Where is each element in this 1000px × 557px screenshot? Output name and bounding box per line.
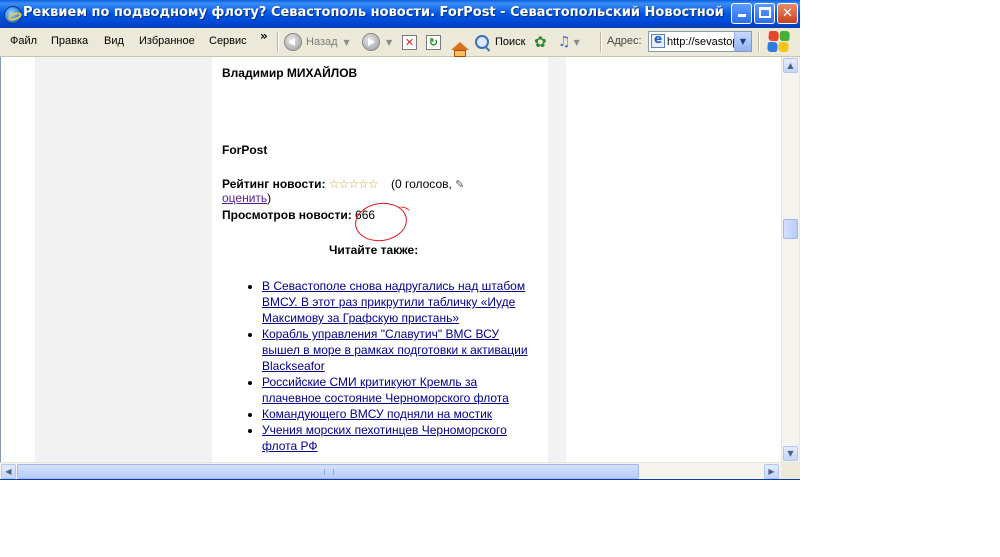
scroll-right-icon[interactable]: ▶: [764, 464, 779, 479]
windows-logo-icon: [766, 31, 791, 53]
toolbar-separator: [600, 32, 602, 52]
related-link[interactable]: Командующего ВМСУ подняли на мостик: [262, 407, 492, 421]
list-item: Учения морских пехотинцев Черноморского …: [262, 422, 532, 454]
page-left-column: [35, 57, 212, 462]
related-link[interactable]: В Севастополе снова надругались над штаб…: [262, 279, 525, 325]
ie-icon: [4, 6, 22, 24]
menu-and-toolbar: Файл Правка Вид Избранное Сервис » Назад…: [0, 28, 800, 57]
rating-votes: (0 голосов,: [390, 177, 452, 191]
toolbar-separator: [758, 32, 760, 52]
media-dropdown-icon[interactable]: ▼: [574, 38, 580, 47]
article-content: Владимир МИХАЙЛОВ ForPost Рейтинг новост…: [212, 57, 548, 462]
rate-link[interactable]: оценить: [222, 191, 267, 205]
media-icon: ♫: [558, 34, 571, 50]
back-button[interactable]: Назад ▼: [284, 32, 350, 52]
forward-dropdown-icon[interactable]: ▼: [386, 38, 392, 47]
address-label: Адрес:: [607, 35, 642, 47]
read-also-heading: Читайте также:: [329, 243, 419, 257]
refresh-button[interactable]: ↻: [426, 32, 441, 52]
minimize-button[interactable]: [731, 3, 752, 24]
grip-icon: [324, 469, 334, 475]
article-author: Владимир МИХАЙЛОВ: [222, 66, 358, 80]
page-viewport: Владимир МИХАЙЛОВ ForPost Рейтинг новост…: [0, 57, 782, 462]
toolbar-separator: [277, 32, 279, 52]
pencil-icon: ✎: [455, 179, 465, 191]
list-item: Командующего ВМСУ подняли на мостик: [262, 406, 532, 422]
back-dropdown-icon[interactable]: ▼: [344, 38, 350, 47]
maximize-icon: [758, 7, 771, 18]
favorites-icon: ✿: [534, 33, 547, 51]
page-divider-column: [548, 57, 566, 462]
related-news-list: В Севастополе снова надругались над штаб…: [262, 278, 532, 454]
search-button[interactable]: Поиск: [475, 32, 525, 52]
close-button[interactable]: ✕: [777, 3, 798, 24]
close-icon: ✕: [782, 6, 793, 21]
menu-view[interactable]: Вид: [104, 35, 124, 47]
list-item: Российские СМИ критикуют Кремль за плаче…: [262, 374, 532, 406]
search-label: Поиск: [495, 36, 526, 48]
window-bottom-border: [0, 479, 800, 480]
menu-edit[interactable]: Правка: [51, 35, 88, 47]
views-row: Просмотров новости: 666: [222, 208, 375, 222]
related-link[interactable]: Корабль управления "Славутич" ВМС ВСУ вы…: [262, 327, 528, 373]
related-link[interactable]: Российские СМИ критикуют Кремль за плаче…: [262, 375, 509, 405]
address-bar[interactable]: ▼: [648, 31, 752, 52]
title-bar[interactable]: Реквием по подводному флоту? Севастополь…: [0, 0, 800, 28]
scroll-up-icon[interactable]: ▲: [783, 58, 798, 73]
home-icon: [451, 42, 469, 57]
forward-button[interactable]: ▼: [362, 32, 392, 52]
article-source: ForPost: [222, 143, 268, 157]
page-right-column: [566, 57, 782, 462]
rating-label: Рейтинг новости:: [222, 177, 326, 191]
vertical-scroll-thumb[interactable]: [783, 219, 798, 239]
stop-button[interactable]: ✕: [402, 32, 417, 52]
favorites-button[interactable]: ✿: [534, 32, 547, 52]
horizontal-scrollbar[interactable]: ◀ ▶: [0, 462, 781, 480]
back-label: Назад: [306, 36, 338, 48]
forward-arrow-icon: [362, 33, 380, 51]
related-link[interactable]: Учения морских пехотинцев Черноморского …: [262, 423, 507, 453]
minimize-icon: [737, 14, 746, 17]
address-input[interactable]: [667, 34, 735, 49]
menu-favorites[interactable]: Избранное: [139, 35, 195, 47]
rating-row: Рейтинг новости: ☆☆☆☆☆ (0 голосов, ✎ оце…: [222, 177, 542, 205]
back-arrow-icon: [284, 33, 302, 51]
views-label: Просмотров новости:: [222, 208, 352, 222]
scrollbar-corner: [781, 462, 800, 480]
menu-file[interactable]: Файл: [10, 35, 37, 47]
rating-stars-icon[interactable]: ☆☆☆☆☆: [329, 177, 379, 191]
address-dropdown-icon[interactable]: ▼: [734, 32, 751, 51]
media-button[interactable]: ♫ ▼: [558, 32, 580, 52]
menu-overflow-chevron[interactable]: »: [260, 29, 268, 43]
page-icon: [651, 32, 665, 48]
scroll-left-icon[interactable]: ◀: [1, 464, 16, 479]
search-icon: [475, 35, 489, 49]
maximize-button[interactable]: [754, 3, 775, 24]
stop-icon: ✕: [402, 34, 417, 50]
horizontal-scroll-thumb[interactable]: [17, 464, 639, 479]
page-left-margin: [1, 57, 35, 462]
rate-close-paren: ): [267, 191, 272, 205]
scroll-down-icon[interactable]: ▼: [783, 446, 798, 461]
menu-tools[interactable]: Сервис: [209, 35, 247, 47]
refresh-icon: ↻: [426, 34, 441, 50]
browser-window: Реквием по подводному флоту? Севастополь…: [0, 0, 800, 480]
list-item: Корабль управления "Славутич" ВМС ВСУ вы…: [262, 326, 532, 374]
vertical-scrollbar[interactable]: ▲ ▼: [781, 57, 799, 462]
list-item: В Севастополе снова надругались над штаб…: [262, 278, 532, 326]
window-title: Реквием по подводному флоту? Севастополь…: [23, 5, 728, 20]
